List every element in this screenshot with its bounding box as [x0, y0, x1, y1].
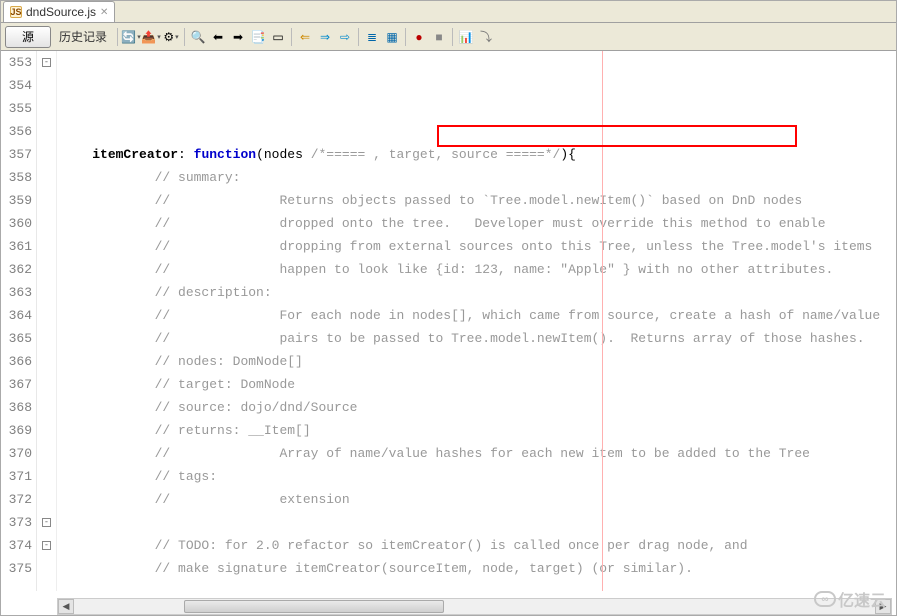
line-number: 368 — [1, 396, 32, 419]
code-line[interactable]: // Array of name/value hashes for each n… — [57, 442, 896, 465]
code-line[interactable]: // nodes: DomNode[] — [57, 350, 896, 373]
code-line[interactable]: // pairs to be passed to Tree.model.newI… — [57, 327, 896, 350]
file-tab[interactable]: JS dndSource.js ✕ — [3, 1, 115, 22]
code-line[interactable]: // make signature itemCreator(sourceItem… — [57, 557, 896, 580]
separator — [291, 28, 292, 46]
list-icon[interactable]: ≣ — [363, 28, 381, 46]
fold-toggle-icon[interactable]: - — [42, 58, 51, 67]
separator — [452, 28, 453, 46]
separator — [184, 28, 185, 46]
select-icon[interactable]: ▭ — [269, 28, 287, 46]
line-number: 362 — [1, 258, 32, 281]
line-number: 363 — [1, 281, 32, 304]
separator — [358, 28, 359, 46]
code-line[interactable]: // For each node in nodes[], which came … — [57, 304, 896, 327]
code-line[interactable]: // returns: __Item[] — [57, 419, 896, 442]
line-number: 369 — [1, 419, 32, 442]
code-line[interactable]: // extension — [57, 488, 896, 511]
editor-toolbar: 源 历史记录 🔄▾ 📤▾ ⚙▾ 🔍 ⬅ ➡ 📑 ▭ ⇐ ⇒ ⇨ ≣ ▦ ● ■ … — [1, 23, 896, 51]
next-icon[interactable]: ➡ — [229, 28, 247, 46]
history-button[interactable]: 历史记录 — [53, 28, 113, 45]
line-number: 364 — [1, 304, 32, 327]
line-number: 366 — [1, 350, 32, 373]
highlight-icon[interactable]: 📑 — [249, 28, 267, 46]
line-number: 353 — [1, 51, 32, 74]
code-editor: 3533543553563573583593603613623633643653… — [1, 51, 896, 591]
line-number: 354 — [1, 74, 32, 97]
fold-column: - - - — [37, 51, 57, 591]
code-line[interactable]: // tags: — [57, 465, 896, 488]
settings-icon[interactable]: ⚙▾ — [162, 28, 180, 46]
file-tab-label: dndSource.js — [26, 5, 96, 19]
line-number: 358 — [1, 166, 32, 189]
line-number: 361 — [1, 235, 32, 258]
scrollbar-track[interactable] — [74, 599, 875, 614]
scrollbar-thumb[interactable] — [184, 600, 444, 613]
fold-toggle-icon[interactable]: - — [42, 518, 51, 527]
close-icon[interactable]: ✕ — [100, 7, 108, 18]
separator — [117, 28, 118, 46]
chart-icon[interactable]: 📊 — [457, 28, 475, 46]
fold-toggle-icon[interactable]: - — [42, 541, 51, 550]
shift-right-icon[interactable]: ⇒ — [316, 28, 334, 46]
horizontal-scrollbar[interactable]: ◀ ▶ — [57, 598, 892, 615]
source-view-button[interactable]: 源 — [5, 26, 51, 48]
line-number: 375 — [1, 557, 32, 580]
line-number: 367 — [1, 373, 32, 396]
export-icon[interactable]: 📤▾ — [142, 28, 160, 46]
line-number: 355 — [1, 97, 32, 120]
code-line[interactable]: // TODO: for 2.0 refactor so itemCreator… — [57, 534, 896, 557]
stop-icon[interactable]: ■ — [430, 28, 448, 46]
code-line[interactable]: // Returns objects passed to `Tree.model… — [57, 189, 896, 212]
scroll-right-arrow[interactable]: ▶ — [875, 599, 891, 614]
file-tab-bar: JS dndSource.js ✕ — [1, 1, 896, 23]
code-line[interactable]: // target: DomNode — [57, 373, 896, 396]
code-line[interactable]: // description: — [57, 281, 896, 304]
code-line[interactable] — [57, 580, 896, 591]
code-line[interactable]: // dropping from external sources onto t… — [57, 235, 896, 258]
code-line[interactable] — [57, 511, 896, 534]
line-number: 372 — [1, 488, 32, 511]
code-content[interactable]: itemCreator: function(nodes /*===== , ta… — [57, 51, 896, 591]
record-icon[interactable]: ● — [410, 28, 428, 46]
line-number-gutter: 3533543553563573583593603613623633643653… — [1, 51, 37, 591]
js-file-icon: JS — [10, 6, 22, 18]
separator — [405, 28, 406, 46]
grid-icon[interactable]: ▦ — [383, 28, 401, 46]
line-number: 360 — [1, 212, 32, 235]
shift-left-icon[interactable]: ⇐ — [296, 28, 314, 46]
code-line[interactable]: // summary: — [57, 166, 896, 189]
code-line[interactable]: // happen to look like {id: 123, name: "… — [57, 258, 896, 281]
line-number: 374 — [1, 534, 32, 557]
refresh-icon[interactable]: 🔄▾ — [122, 28, 140, 46]
step-icon[interactable]: ⤵ — [477, 28, 495, 46]
code-line[interactable]: // source: dojo/dnd/Source — [57, 396, 896, 419]
line-number: 371 — [1, 465, 32, 488]
line-number: 373 — [1, 511, 32, 534]
line-number: 356 — [1, 120, 32, 143]
code-line[interactable]: itemCreator: function(nodes /*===== , ta… — [57, 143, 896, 166]
code-line[interactable]: // dropped onto the tree. Developer must… — [57, 212, 896, 235]
scroll-left-arrow[interactable]: ◀ — [58, 599, 74, 614]
search-icon[interactable]: 🔍 — [189, 28, 207, 46]
line-number: 359 — [1, 189, 32, 212]
line-number: 370 — [1, 442, 32, 465]
line-number: 365 — [1, 327, 32, 350]
line-number: 357 — [1, 143, 32, 166]
prev-icon[interactable]: ⬅ — [209, 28, 227, 46]
indent-icon[interactable]: ⇨ — [336, 28, 354, 46]
